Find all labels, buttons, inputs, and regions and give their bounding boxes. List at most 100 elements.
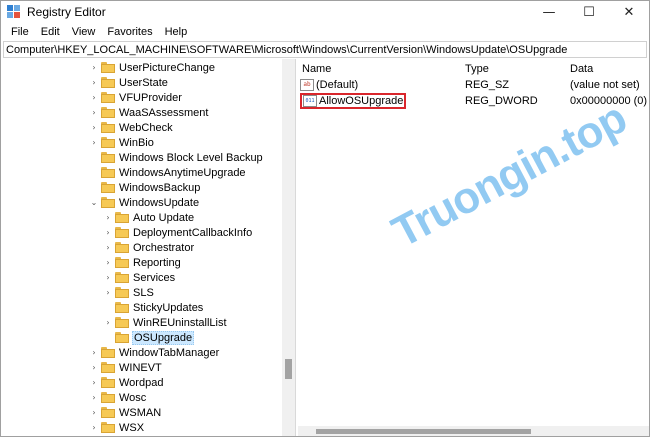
chevron-right-icon[interactable]: › (89, 105, 99, 120)
menu-favorites[interactable]: Favorites (101, 26, 158, 38)
chevron-right-icon[interactable] (89, 180, 99, 195)
chevron-right-icon[interactable]: › (89, 345, 99, 360)
tree-item-label: WinREUninstallList (133, 316, 227, 329)
chevron-right-icon[interactable]: › (89, 90, 99, 105)
tree-item-label: Auto Update (133, 211, 195, 224)
value-name-wrap: ab (Default) (300, 79, 358, 91)
folder-icon (115, 227, 129, 238)
value-type: REG_SZ (465, 79, 510, 91)
string-value-icon: ab (300, 79, 314, 91)
tree-scrollbar-thumb[interactable] (285, 359, 292, 379)
minimize-button[interactable]: — (529, 1, 569, 23)
column-header-data[interactable]: Data (570, 61, 593, 77)
folder-icon (115, 287, 129, 298)
menu-file[interactable]: File (5, 26, 35, 38)
tree-item[interactable]: › WebCheck (89, 120, 174, 135)
chevron-right-icon[interactable] (103, 330, 113, 345)
list-horizontal-scrollbar[interactable] (298, 426, 649, 436)
tree-item[interactable]: › Services (103, 270, 176, 285)
folder-icon (115, 242, 129, 253)
menu-view[interactable]: View (66, 26, 102, 38)
chevron-right-icon[interactable]: › (89, 405, 99, 420)
folder-icon (101, 167, 115, 178)
close-button[interactable]: ✕ (609, 1, 649, 23)
maximize-button[interactable]: ☐ (569, 1, 609, 23)
list-scrollbar-thumb[interactable] (316, 429, 531, 434)
tree-item-label: Orchestrator (133, 241, 195, 254)
registry-tree[interactable]: › UserPictureChange › UserState › VFUProvider… (3, 59, 296, 436)
registry-editor-window: Registry Editor — ☐ ✕ File Edit View Fav… (0, 0, 650, 437)
address-bar[interactable]: Computer\HKEY_LOCAL_MACHINE\SOFTWARE\Mic… (3, 41, 647, 58)
chevron-right-icon[interactable]: › (103, 225, 113, 240)
registry-editor-icon (7, 5, 21, 19)
tree-item[interactable]: › UserPictureChange (89, 60, 216, 75)
tree-item[interactable]: › WINEVT (89, 360, 163, 375)
folder-icon (101, 362, 115, 373)
tree-item-label: WINEVT (119, 361, 162, 374)
menu-help[interactable]: Help (159, 26, 194, 38)
folder-icon (115, 302, 129, 313)
folder-icon (101, 62, 115, 73)
chevron-right-icon[interactable]: › (89, 360, 99, 375)
tree-item[interactable]: › WSMAN (89, 405, 162, 420)
tree-item[interactable]: › Wosc (89, 390, 147, 405)
tree-item[interactable]: › WindowTabManager (89, 345, 220, 360)
chevron-right-icon[interactable]: › (89, 120, 99, 135)
chevron-right-icon[interactable]: › (103, 240, 113, 255)
chevron-right-icon[interactable] (89, 165, 99, 180)
menu-edit[interactable]: Edit (35, 26, 66, 38)
chevron-right-icon[interactable]: › (89, 420, 99, 435)
chevron-right-icon[interactable]: › (89, 375, 99, 390)
tree-vertical-scrollbar[interactable] (282, 59, 295, 436)
tree-item-label: WSMAN (119, 406, 162, 419)
column-header-name[interactable]: Name (302, 61, 331, 77)
tree-item[interactable]: › SLS (103, 285, 155, 300)
folder-icon (115, 212, 129, 223)
folder-icon (101, 107, 115, 118)
tree-item[interactable]: › WinBio (89, 135, 155, 150)
tree-item[interactable]: Windows Block Level Backup (89, 150, 264, 165)
chevron-right-icon[interactable]: › (89, 390, 99, 405)
chevron-right-icon[interactable] (89, 150, 99, 165)
window-title: Registry Editor (27, 5, 106, 19)
chevron-right-icon[interactable]: › (89, 75, 99, 90)
tree-item[interactable]: StickyUpdates (103, 300, 204, 315)
tree-item-label: WebCheck (119, 121, 173, 134)
menu-bar: File Edit View Favorites Help (1, 23, 649, 41)
chevron-right-icon[interactable]: › (103, 315, 113, 330)
chevron-right-icon[interactable]: › (89, 135, 99, 150)
highlighted-value: 011 AllowOSUpgrade (300, 93, 407, 109)
tree-item[interactable]: › Auto Update (103, 210, 195, 225)
chevron-right-icon[interactable]: › (103, 210, 113, 225)
folder-icon (101, 182, 115, 193)
column-header-type[interactable]: Type (465, 61, 489, 77)
chevron-down-icon[interactable]: ⌄ (89, 195, 99, 210)
tree-item[interactable]: › UserState (89, 75, 169, 90)
chevron-right-icon[interactable]: › (89, 60, 99, 75)
tree-item[interactable]: › WSX (89, 420, 145, 435)
tree-item[interactable]: › Orchestrator (103, 240, 195, 255)
tree-item[interactable]: ⌄ WindowsUpdate (89, 195, 200, 210)
tree-item[interactable]: › DeploymentCallbackInfo (103, 225, 253, 240)
folder-icon (101, 137, 115, 148)
tree-item[interactable]: › VFUProvider (89, 90, 183, 105)
tree-item[interactable]: OSUpgrade (103, 330, 195, 345)
folder-icon (115, 332, 129, 343)
tree-item[interactable]: › Reporting (103, 255, 182, 270)
tree-item-label: Wosc (119, 391, 147, 404)
tree-item[interactable]: WindowsBackup (89, 180, 201, 195)
tree-item[interactable]: WindowsAnytimeUpgrade (89, 165, 247, 180)
tree-item[interactable]: › WinREUninstallList (103, 315, 228, 330)
tree-item-label: Windows Block Level Backup (119, 151, 263, 164)
tree-item[interactable]: › WaaSAssessment (89, 105, 209, 120)
tree-item-label: StickyUpdates (133, 301, 204, 314)
tree-item-label: VFUProvider (119, 91, 182, 104)
folder-icon (101, 377, 115, 388)
tree-item[interactable]: › Wordpad (89, 375, 164, 390)
value-row[interactable]: ab (Default) REG_SZ (value not set) (298, 77, 649, 93)
chevron-right-icon[interactable]: › (103, 270, 113, 285)
chevron-right-icon[interactable] (103, 300, 113, 315)
tree-item-label: WSX (119, 421, 145, 434)
chevron-right-icon[interactable]: › (103, 285, 113, 300)
chevron-right-icon[interactable]: › (103, 255, 113, 270)
